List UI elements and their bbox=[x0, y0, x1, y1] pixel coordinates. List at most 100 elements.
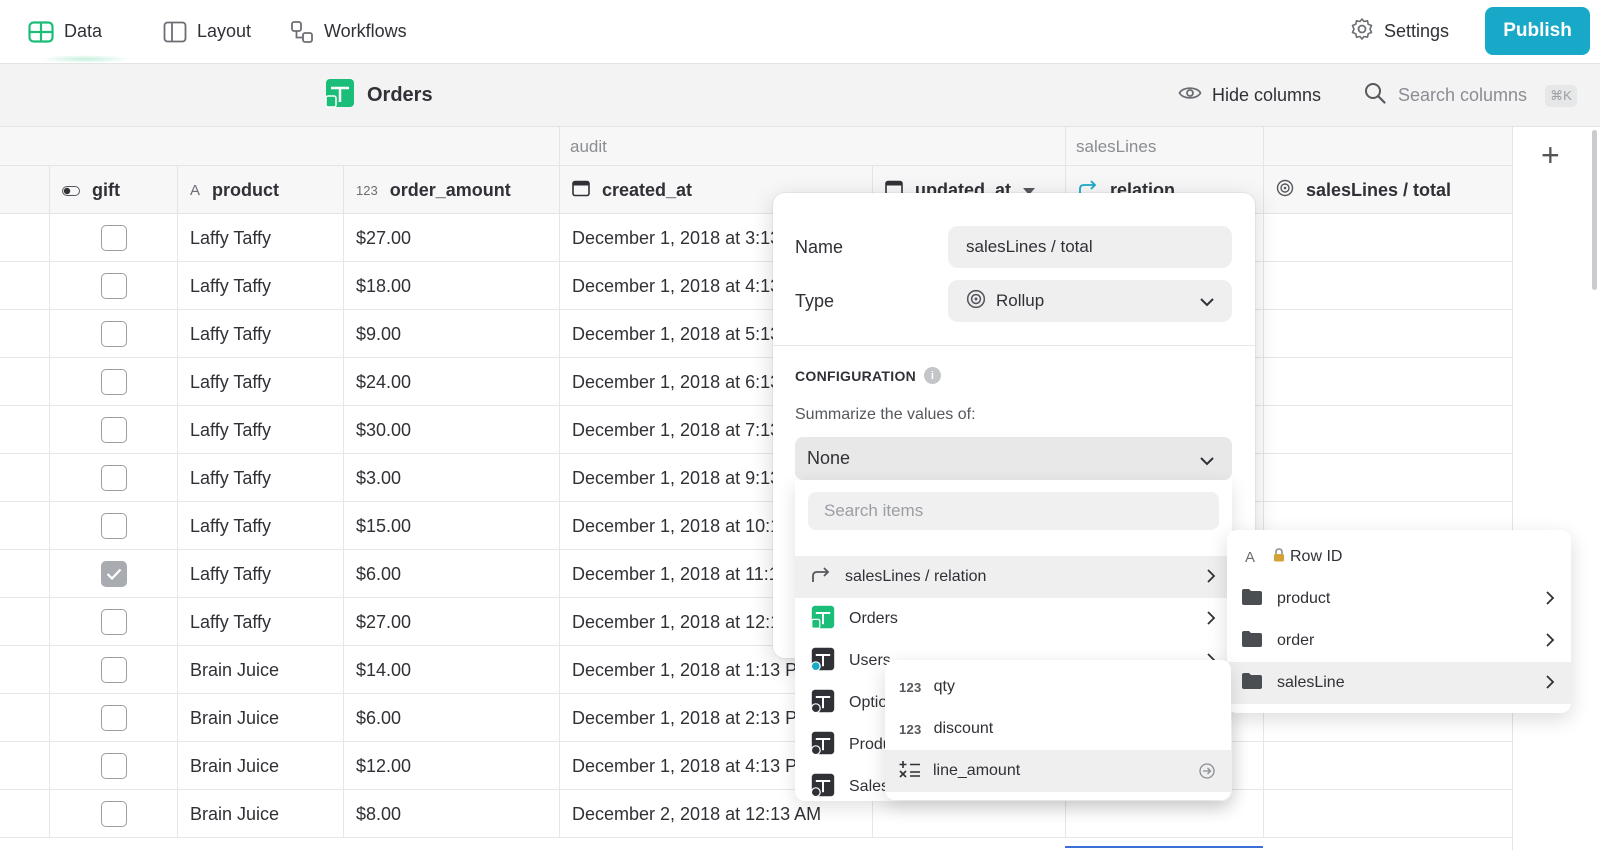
submenu-item-line-amount[interactable]: line_amount bbox=[885, 750, 1231, 792]
cell-gift[interactable] bbox=[49, 502, 177, 550]
publish-button[interactable]: Publish bbox=[1485, 7, 1590, 55]
cell-order-amount[interactable]: $15.00 bbox=[343, 502, 559, 550]
cell-product[interactable]: Brain Juice bbox=[177, 742, 343, 790]
name-input[interactable]: salesLines / total bbox=[948, 226, 1232, 268]
select-arrow-icon[interactable] bbox=[1199, 763, 1215, 784]
gift-checkbox[interactable] bbox=[100, 513, 127, 539]
column-header-saleslines-total[interactable]: salesLines / total bbox=[1263, 166, 1512, 214]
cell-order-amount[interactable]: $8.00 bbox=[343, 790, 559, 838]
gift-checkbox[interactable] bbox=[100, 465, 127, 491]
cell-gift[interactable] bbox=[49, 262, 177, 310]
submenu-item-order[interactable]: order bbox=[1227, 620, 1571, 662]
eye-icon bbox=[1178, 84, 1202, 107]
column-header-order-amount[interactable]: 123 order_amount bbox=[343, 166, 559, 214]
gift-checkbox[interactable] bbox=[100, 225, 127, 251]
gift-checkbox[interactable] bbox=[100, 801, 127, 827]
gift-checkbox[interactable] bbox=[100, 753, 127, 779]
cell-product[interactable]: Laffy Taffy bbox=[177, 310, 343, 358]
cell-order-amount[interactable]: $6.00 bbox=[343, 550, 559, 598]
info-icon[interactable]: i bbox=[924, 367, 942, 384]
table-row[interactable]: Laffy Taffy $9.00 December 1, 2018 at 5:13 bbox=[0, 310, 1512, 358]
add-column-plus-icon[interactable]: + bbox=[1541, 139, 1560, 171]
tab-layout[interactable]: Layout bbox=[163, 0, 251, 63]
cell-gift[interactable] bbox=[49, 598, 177, 646]
cell-product[interactable]: Laffy Taffy bbox=[177, 262, 343, 310]
gift-checkbox[interactable] bbox=[100, 609, 127, 635]
cell-product[interactable]: Laffy Taffy bbox=[177, 406, 343, 454]
type-select[interactable]: Rollup bbox=[948, 280, 1232, 322]
cell-order-amount[interactable]: $27.00 bbox=[343, 598, 559, 646]
gift-checkbox[interactable] bbox=[100, 273, 127, 299]
table-row[interactable]: Laffy Taffy $30.00 December 1, 2018 at 7:1… bbox=[0, 406, 1512, 454]
cell-product[interactable]: Laffy Taffy bbox=[177, 550, 343, 598]
cell-order-amount[interactable]: $27.00 bbox=[343, 214, 559, 262]
cell-gift[interactable] bbox=[49, 214, 177, 262]
gift-checkbox[interactable] bbox=[100, 369, 127, 395]
table-row[interactable]: Brain Juice $8.00 December 2, 2018 at 12:1… bbox=[0, 790, 1512, 838]
table-row[interactable]: Laffy Taffy $27.00 December 1, 2018 at 3:1… bbox=[0, 214, 1512, 262]
dropdown-item-saleslines-relation[interactable]: salesLines / relation bbox=[795, 556, 1232, 598]
cell-total[interactable] bbox=[1263, 358, 1512, 406]
gift-checkbox[interactable] bbox=[100, 561, 127, 587]
cell-product[interactable]: Laffy Taffy bbox=[177, 358, 343, 406]
column-header-gift[interactable]: gift bbox=[49, 166, 177, 214]
vertical-scrollbar[interactable] bbox=[1592, 130, 1597, 290]
dropdown-item-orders[interactable]: Orders bbox=[795, 598, 1232, 640]
cell-product[interactable]: Laffy Taffy bbox=[177, 214, 343, 262]
cell-order-amount[interactable]: $3.00 bbox=[343, 454, 559, 502]
gift-checkbox[interactable] bbox=[100, 657, 127, 683]
cell-gift[interactable] bbox=[49, 406, 177, 454]
cell-gift[interactable] bbox=[49, 790, 177, 838]
gift-checkbox[interactable] bbox=[100, 417, 127, 443]
cell-gift[interactable] bbox=[49, 550, 177, 598]
table-row[interactable]: Laffy Taffy $18.00 December 1, 2018 at 4:1… bbox=[0, 262, 1512, 310]
cell-total[interactable] bbox=[1263, 406, 1512, 454]
table-title: Orders bbox=[325, 64, 433, 127]
submenu-item-row-id[interactable]: A Row ID bbox=[1227, 536, 1571, 578]
cell-product[interactable]: Laffy Taffy bbox=[177, 502, 343, 550]
cell-order-amount[interactable]: $9.00 bbox=[343, 310, 559, 358]
tab-data[interactable]: Data bbox=[28, 0, 133, 63]
cell-total[interactable] bbox=[1263, 454, 1512, 502]
search-columns-input[interactable]: Search columns ⌘K bbox=[1364, 64, 1577, 127]
cell-product[interactable]: Laffy Taffy bbox=[177, 598, 343, 646]
cell-gift[interactable] bbox=[49, 454, 177, 502]
gift-checkbox[interactable] bbox=[100, 705, 127, 731]
table-row[interactable]: Laffy Taffy $24.00 December 1, 2018 at 6:1… bbox=[0, 358, 1512, 406]
settings-button[interactable]: Settings bbox=[1350, 0, 1449, 63]
cell-product[interactable]: Brain Juice bbox=[177, 694, 343, 742]
gift-checkbox[interactable] bbox=[100, 321, 127, 347]
cell-gift[interactable] bbox=[49, 646, 177, 694]
table-row[interactable]: Brain Juice $12.00 December 1, 2018 at 4:1… bbox=[0, 742, 1512, 790]
cell-order-amount[interactable]: $24.00 bbox=[343, 358, 559, 406]
cell-total[interactable] bbox=[1263, 214, 1512, 262]
cell-order-amount[interactable]: $30.00 bbox=[343, 406, 559, 454]
cell-product[interactable]: Brain Juice bbox=[177, 790, 343, 838]
cell-order-amount[interactable]: $12.00 bbox=[343, 742, 559, 790]
submenu-item-salesline[interactable]: salesLine bbox=[1227, 662, 1571, 704]
hide-columns-button[interactable]: Hide columns bbox=[1178, 64, 1321, 127]
cell-product[interactable]: Laffy Taffy bbox=[177, 454, 343, 502]
cell-product[interactable]: Brain Juice bbox=[177, 646, 343, 694]
submenu-item-qty[interactable]: 123 qty bbox=[885, 666, 1231, 708]
table-green-icon bbox=[811, 605, 835, 634]
column-header-product[interactable]: A product bbox=[177, 166, 343, 214]
table-row[interactable]: Laffy Taffy $3.00 December 1, 2018 at 9:13 bbox=[0, 454, 1512, 502]
search-items-input[interactable]: Search items bbox=[808, 492, 1219, 530]
cell-gift[interactable] bbox=[49, 358, 177, 406]
cell-total[interactable] bbox=[1263, 790, 1512, 838]
tab-workflows[interactable]: Workflows bbox=[290, 0, 407, 63]
cell-total[interactable] bbox=[1263, 742, 1512, 790]
cell-gift[interactable] bbox=[49, 694, 177, 742]
cell-order-amount[interactable]: $6.00 bbox=[343, 694, 559, 742]
cell-total[interactable] bbox=[1263, 262, 1512, 310]
submenu-item-discount[interactable]: 123 discount bbox=[885, 708, 1231, 750]
divider bbox=[773, 345, 1255, 346]
cell-total[interactable] bbox=[1263, 310, 1512, 358]
cell-order-amount[interactable]: $14.00 bbox=[343, 646, 559, 694]
cell-gift[interactable] bbox=[49, 742, 177, 790]
summarize-select[interactable]: None bbox=[795, 437, 1232, 480]
cell-order-amount[interactable]: $18.00 bbox=[343, 262, 559, 310]
submenu-item-product[interactable]: product bbox=[1227, 578, 1571, 620]
cell-gift[interactable] bbox=[49, 310, 177, 358]
